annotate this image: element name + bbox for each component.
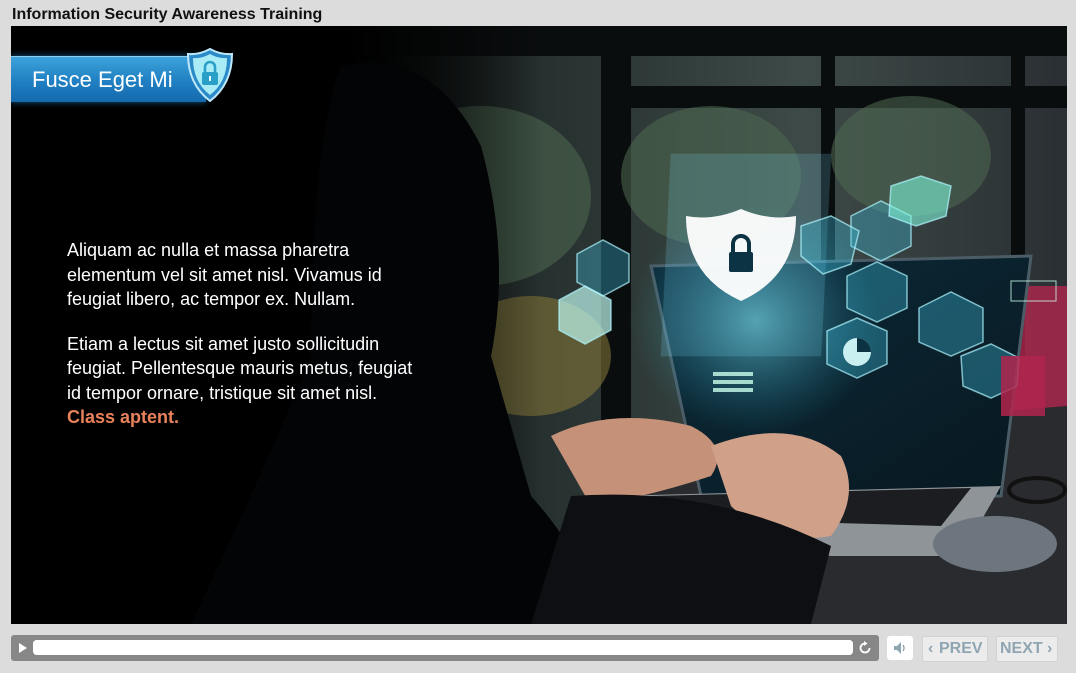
chevron-right-icon: ›: [1047, 640, 1053, 657]
slide-stage: Fusce Eget Mi Aliquam ac nulla et massa …: [11, 26, 1067, 624]
app-title: Information Security Awareness Training: [12, 6, 323, 23]
next-button[interactable]: NEXT ›: [996, 636, 1058, 662]
chevron-left-icon: ‹: [928, 640, 934, 657]
volume-button[interactable]: [887, 636, 913, 660]
speaker-icon: [894, 642, 905, 654]
slide-header-title: Fusce Eget Mi: [32, 67, 173, 92]
slide-header-banner: Fusce Eget Mi: [11, 56, 206, 102]
progress-fill: [33, 640, 853, 655]
body-paragraph-2-text: Etiam a lectus sit amet justo sollicitud…: [67, 333, 413, 403]
highlight-text: Class aptent.: [67, 407, 180, 427]
progress-bar[interactable]: [33, 640, 853, 655]
replay-icon[interactable]: [856, 639, 874, 657]
playback-controls: [11, 635, 879, 661]
body-paragraph-2: Etiam a lectus sit amet justo sollicitud…: [67, 332, 427, 430]
prev-button[interactable]: ‹ PREV: [922, 636, 988, 662]
prev-label: PREV: [939, 640, 983, 657]
slide-body-text: Aliquam ac nulla et massa pharetra eleme…: [67, 238, 427, 450]
shield-lock-icon: [187, 48, 233, 102]
title-bar: Information Security Awareness Training: [0, 0, 1076, 26]
next-label: NEXT: [1000, 640, 1043, 657]
play-icon[interactable]: [13, 640, 31, 656]
body-paragraph-1: Aliquam ac nulla et massa pharetra eleme…: [67, 240, 382, 309]
